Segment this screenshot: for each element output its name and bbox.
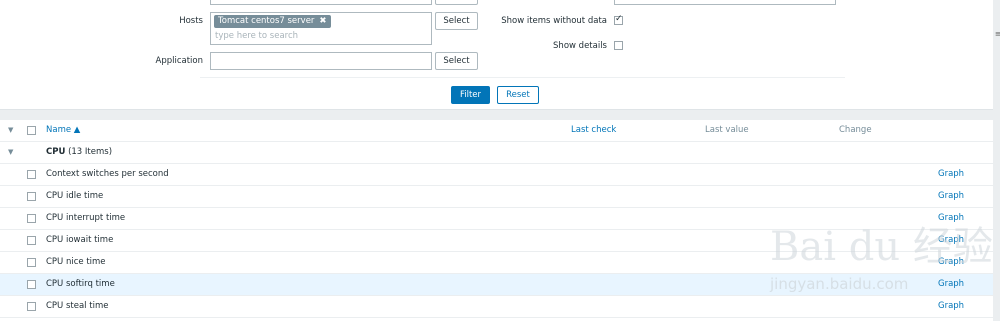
row-checkbox[interactable]: [27, 258, 36, 267]
show-without-data-label: Show items without data: [501, 16, 607, 26]
show-details-checkbox[interactable]: [614, 41, 623, 50]
application-select-button[interactable]: Select: [435, 52, 478, 70]
collapse-all-icon[interactable]: ▼: [8, 126, 13, 134]
select-all-checkbox[interactable]: [27, 126, 36, 135]
graph-link[interactable]: Graph: [938, 169, 964, 179]
row-checkbox[interactable]: [27, 192, 36, 201]
scrollbar[interactable]: [993, 0, 1000, 321]
column-name[interactable]: Name ▲: [46, 125, 80, 135]
row-checkbox[interactable]: [27, 236, 36, 245]
filter-separator: [200, 77, 845, 78]
scrollbar-grip-icon[interactable]: ≡: [995, 30, 1000, 38]
item-name: CPU softirq time: [46, 279, 115, 289]
graph-link[interactable]: Graph: [938, 279, 964, 289]
row-checkbox[interactable]: [27, 280, 36, 289]
item-name: CPU steal time: [46, 301, 109, 311]
graph-link[interactable]: Graph: [938, 301, 964, 311]
top-partial-input[interactable]: [210, 0, 432, 5]
group-count: (13 Items): [68, 147, 113, 157]
filter-panel: Hosts Tomcat centos7 server ✖ type here t…: [0, 0, 993, 110]
graph-link[interactable]: Graph: [938, 191, 964, 201]
row-checkbox[interactable]: [27, 170, 36, 179]
hosts-multiselect[interactable]: Tomcat centos7 server ✖ type here to sear…: [210, 12, 432, 45]
item-name: CPU interrupt time: [46, 213, 126, 223]
table-row: Context switches per second Graph: [0, 164, 993, 186]
group-title: CPU (13 Items): [46, 147, 112, 157]
group-name: CPU: [46, 147, 66, 157]
table-row: CPU idle time Graph: [0, 186, 993, 208]
application-input[interactable]: [210, 52, 432, 70]
item-name: CPU iowait time: [46, 235, 114, 245]
application-label: Application: [155, 56, 204, 66]
table-header: ▼ Name ▲ Last check Last value Change: [0, 120, 993, 142]
row-checkbox[interactable]: [27, 302, 36, 311]
hosts-search-placeholder[interactable]: type here to search: [215, 31, 298, 41]
group-row: ▼ CPU (13 Items): [0, 142, 993, 164]
group-collapse-icon[interactable]: ▼: [8, 148, 13, 156]
reset-button[interactable]: Reset: [497, 86, 539, 104]
item-name: CPU idle time: [46, 191, 104, 201]
top-right-partial-input[interactable]: [614, 0, 836, 5]
host-tag: Tomcat centos7 server ✖: [214, 15, 331, 28]
row-checkbox[interactable]: [27, 214, 36, 223]
item-name: Context switches per second: [46, 169, 169, 179]
top-partial-select-button[interactable]: [435, 0, 478, 5]
column-change: Change: [839, 125, 872, 135]
show-without-data-checkbox[interactable]: [614, 14, 623, 25]
column-last-check[interactable]: Last check: [571, 125, 616, 135]
remove-tag-icon[interactable]: ✖: [319, 16, 326, 26]
watermark-url: jingyan.baidu.com: [770, 275, 909, 293]
hosts-select-button[interactable]: Select: [435, 12, 478, 30]
column-last-value: Last value: [705, 125, 749, 135]
item-name: CPU nice time: [46, 257, 106, 267]
host-tag-label: Tomcat centos7 server: [218, 16, 315, 26]
filter-button[interactable]: Filter: [451, 86, 490, 104]
show-details-label: Show details: [553, 41, 607, 51]
watermark-logo: Bai du 经验: [770, 224, 993, 270]
table-row: CPU steal time Graph: [0, 296, 993, 318]
hosts-label: Hosts: [179, 16, 203, 26]
